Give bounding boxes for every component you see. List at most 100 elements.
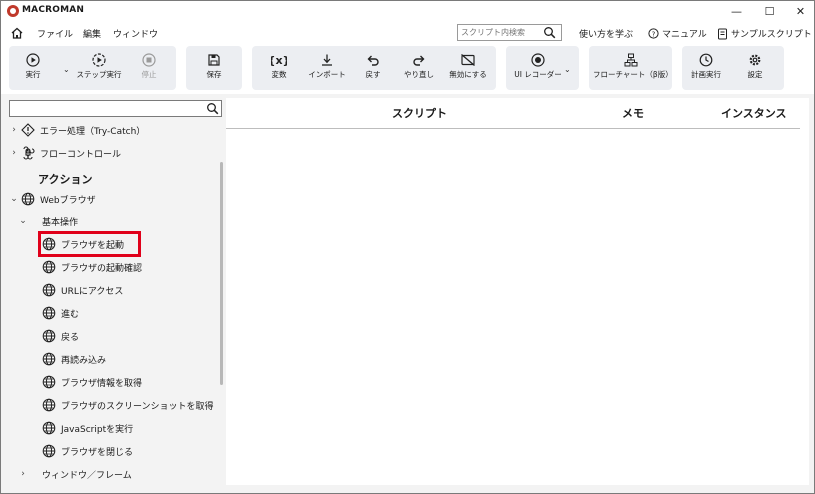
search-icon[interactable] — [206, 102, 219, 115]
tree-item-label: Webブラウザ — [40, 195, 96, 206]
action-item[interactable]: ブラウザを起動 — [7, 234, 215, 254]
tree-item-error-handling[interactable]: › エラー処理（Try-Catch） — [7, 120, 215, 140]
chevron-right-icon[interactable]: › — [7, 125, 21, 135]
action-item[interactable]: URLにアクセス — [7, 280, 215, 300]
gear-icon — [749, 54, 761, 66]
chevron-down-icon[interactable]: ⌄ — [7, 194, 21, 204]
tree-item-flow-control[interactable]: › フローコントロール — [7, 143, 215, 163]
step-run-button[interactable]: ステップ実行 — [75, 46, 123, 90]
variable-icon: {x} — [271, 54, 287, 67]
tree-item-basic-ops[interactable]: ⌄ 基本操作 — [7, 211, 215, 231]
flowchart-label: フローチャート（β版） — [593, 70, 673, 79]
menu-edit[interactable]: 編集 — [83, 27, 101, 40]
menu-file[interactable]: ファイル — [37, 27, 73, 40]
disable-button[interactable]: 無効にする — [446, 46, 490, 90]
minimize-button[interactable]: — — [721, 1, 752, 22]
action-item-label: ブラウザのスクリーンショットを取得 — [61, 401, 214, 412]
sample-scripts-link[interactable]: サンプルスクリプト — [717, 27, 812, 40]
column-header-memo[interactable]: メモ — [622, 105, 644, 121]
app-title: MACROMAN — [22, 5, 85, 15]
save-icon — [208, 54, 220, 66]
recorder-dropdown-chevron-icon[interactable]: ⌄ — [564, 65, 571, 74]
globe-icon — [42, 260, 56, 274]
action-tree-panel: › エラー処理（Try-Catch） › フローコントロール アクション ⌄ W… — [7, 98, 223, 491]
globe-icon — [42, 375, 56, 389]
import-icon — [322, 54, 332, 66]
undo-button[interactable]: 戻す — [356, 46, 390, 90]
menu-window[interactable]: ウィンドウ — [113, 27, 158, 40]
warning-diamond-icon — [21, 123, 35, 137]
home-icon[interactable] — [10, 26, 24, 40]
action-item[interactable]: 進む — [7, 303, 215, 323]
settings-label: 設定 — [747, 70, 763, 79]
variable-button[interactable]: {x} 変数 — [260, 46, 298, 90]
search-icon[interactable] — [543, 26, 556, 39]
tree-item-web-browser[interactable]: ⌄ Webブラウザ — [7, 189, 215, 209]
settings-button[interactable]: 設定 — [740, 46, 770, 90]
run-dropdown-chevron-icon[interactable]: ⌄ — [63, 65, 70, 74]
record-icon — [531, 53, 545, 67]
schedule-icon — [699, 53, 713, 67]
sample-scripts-label: サンプルスクリプト — [731, 30, 812, 40]
redo-icon — [413, 55, 425, 66]
manual-link[interactable]: ? マニュアル — [648, 27, 707, 40]
redo-button[interactable]: やり直し — [398, 46, 440, 90]
maximize-button[interactable]: ☐ — [754, 1, 785, 22]
globe-icon — [42, 398, 56, 412]
script-search — [457, 24, 562, 41]
toolbar: 実行 ⌄ ステップ実行 停止 保存 x 変数 インポート 戻す やり直し 無効に… — [1, 44, 814, 94]
tree-item-label: ウィンドウ／フレーム — [42, 470, 132, 481]
save-label: 保存 — [206, 70, 222, 79]
action-item-label: JavaScriptを実行 — [61, 424, 134, 435]
action-item[interactable]: ブラウザを閉じる — [7, 441, 215, 461]
chevron-down-icon[interactable]: ⌄ — [16, 216, 30, 226]
script-list-panel: スクリプト メモ インスタンス — [226, 98, 809, 485]
help-icon: ? — [648, 28, 659, 39]
run-label: 実行 — [25, 70, 41, 79]
command-icon — [23, 146, 35, 160]
close-button[interactable]: ✕ — [785, 1, 815, 22]
globe-icon — [42, 329, 56, 343]
action-item[interactable]: 戻る — [7, 326, 215, 346]
header-divider — [226, 128, 800, 129]
how-to-label: 使い方を学ぶ — [579, 30, 634, 40]
globe-icon — [42, 421, 56, 435]
stop-label: 停止 — [141, 70, 157, 79]
action-search[interactable] — [9, 100, 222, 117]
globe-icon — [42, 283, 56, 297]
import-button[interactable]: インポート — [306, 46, 348, 90]
globe-icon — [42, 444, 56, 458]
tree-item-window-frame[interactable]: › ウィンドウ／フレーム — [7, 464, 215, 484]
save-button[interactable]: 保存 — [194, 46, 234, 90]
column-header-instance[interactable]: インスタンス — [721, 105, 787, 121]
flowchart-group: フローチャート（β版） — [589, 46, 673, 90]
action-item[interactable]: ブラウザ情報を取得 — [7, 372, 215, 392]
run-button[interactable]: 実行 — [15, 46, 51, 90]
schedule-label: 計画実行 — [691, 70, 721, 79]
action-item[interactable]: ブラウザの起動確認 — [7, 257, 215, 277]
left-panel-scrollbar[interactable] — [220, 162, 223, 385]
action-item[interactable]: JavaScriptを実行 — [7, 418, 215, 438]
tree-item-label: 基本操作 — [42, 217, 79, 228]
action-item-label: ブラウザ情報を取得 — [61, 378, 143, 389]
flowchart-icon — [624, 53, 638, 67]
flowchart-button[interactable]: フローチャート（β版） — [593, 46, 673, 90]
globe-icon — [42, 352, 56, 366]
chevron-right-icon[interactable]: › — [16, 469, 30, 479]
step-run-label: ステップ実行 — [76, 70, 122, 79]
column-header-script[interactable]: スクリプト — [392, 105, 447, 121]
how-to-link[interactable]: 使い方を学ぶ — [579, 27, 633, 40]
script-search-input[interactable] — [458, 25, 540, 40]
chevron-right-icon[interactable]: › — [7, 148, 21, 158]
action-item-label: 戻る — [61, 332, 80, 343]
step-run-icon — [92, 53, 106, 67]
svg-text:{x}: {x} — [271, 54, 287, 67]
play-icon — [26, 53, 40, 67]
ui-recorder-button[interactable]: UI レコーダー — [512, 46, 564, 90]
undo-icon — [367, 55, 379, 66]
schedule-button[interactable]: 計画実行 — [688, 46, 724, 90]
stop-button[interactable]: 停止 — [133, 46, 165, 90]
import-label: インポート — [308, 70, 346, 79]
action-item[interactable]: 再読み込み — [7, 349, 215, 369]
action-item[interactable]: ブラウザのスクリーンショットを取得 — [7, 395, 215, 415]
